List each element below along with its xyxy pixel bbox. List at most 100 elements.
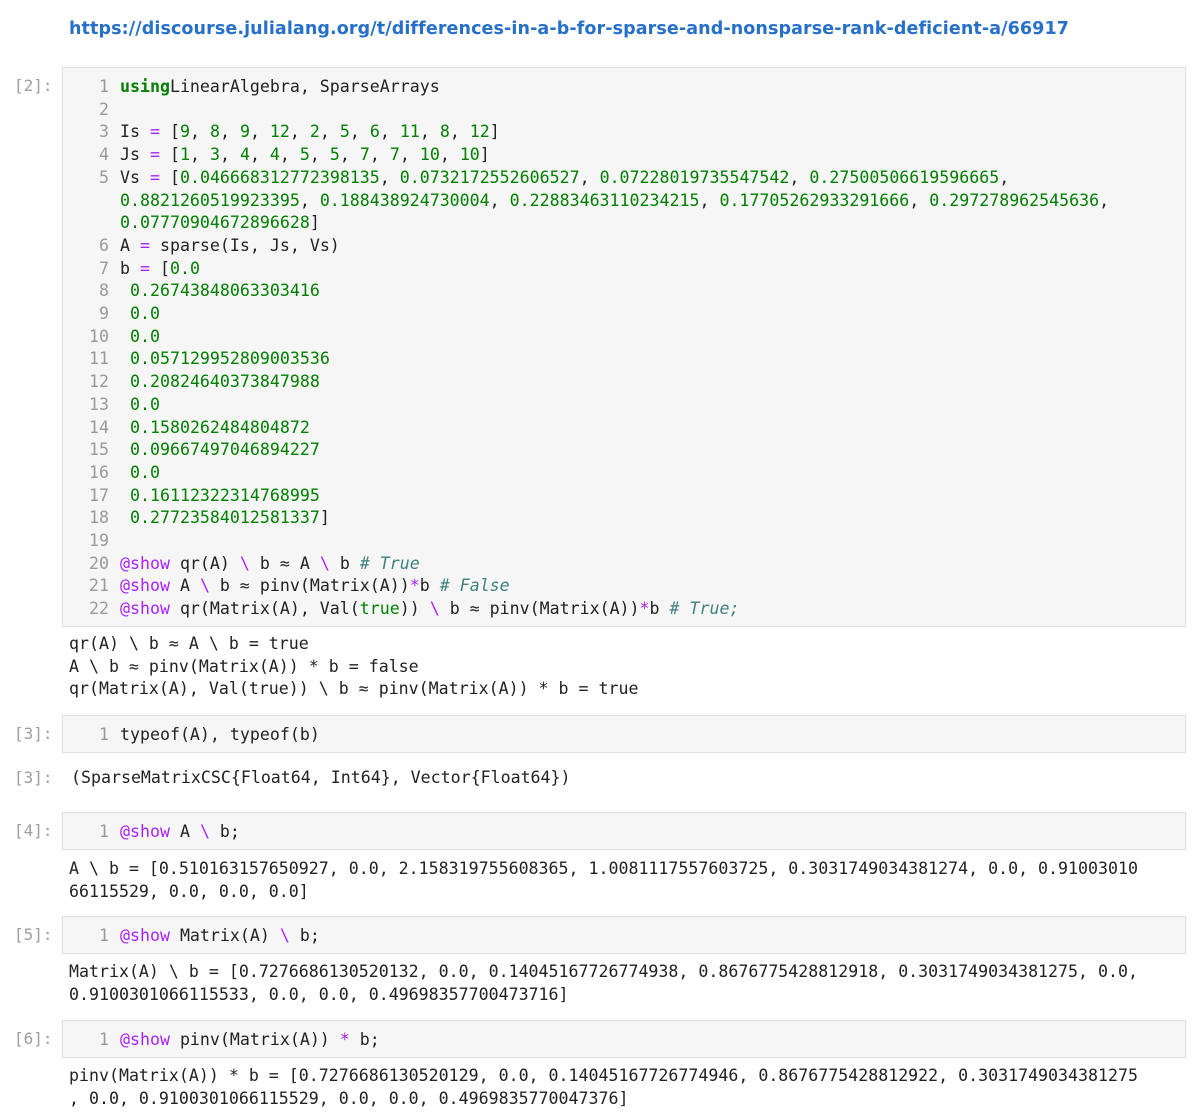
line-number: 22	[89, 599, 109, 619]
code-token: Js	[120, 145, 150, 165]
line-number: 18	[89, 508, 109, 528]
code-token: # False	[439, 576, 510, 596]
code-line: @show A \ b ≈ pinv(Matrix(A))*b # False	[120, 575, 510, 598]
line-number: 4	[99, 145, 109, 165]
output-line: , 0.0, 0.9100301066115529, 0.0, 0.0, 0.4…	[69, 1088, 629, 1108]
code-token: [	[159, 167, 180, 187]
cell-5-code-editor[interactable]: 1 @show Matrix(A) \ b;	[62, 916, 1186, 954]
line-number: 16	[89, 462, 109, 482]
code-token: ]	[309, 213, 320, 233]
code-token: \	[279, 926, 290, 945]
line-number: 2	[99, 99, 109, 119]
code-token: ]	[489, 122, 500, 142]
code-token: ,	[419, 122, 440, 142]
code-token: using	[120, 77, 170, 96]
code-token: 7	[389, 145, 400, 165]
code-token: ,	[279, 145, 300, 165]
cell-3-in-prompt: [3]:	[14, 724, 53, 743]
output-line: A \ b = [0.510163157650927, 0.0, 2.15831…	[69, 859, 1138, 878]
code-line: 0.0	[120, 462, 160, 485]
cell-6-code-editor[interactable]: 1 @show pinv(Matrix(A)) * b;	[62, 1020, 1186, 1058]
output-line: qr(A) \ b ≈ A \ b = true	[69, 634, 309, 653]
code-token: A	[169, 822, 200, 841]
code-line: Js = [1, 3, 4, 4, 5, 5, 7, 7, 10, 10]	[120, 144, 490, 167]
code-token: ,	[219, 145, 240, 165]
code-token: \	[199, 822, 210, 841]
code-token: =	[139, 235, 150, 255]
code-token: ,	[299, 190, 320, 210]
code-token: 0.26743848063303416	[130, 281, 320, 301]
code-token: ,	[1099, 190, 1110, 210]
line-number: 9	[99, 304, 109, 323]
cell-3-code-editor[interactable]: 1 typeof(A), typeof(b)	[62, 715, 1186, 753]
cell-3-out-prompt: [3]:	[14, 768, 53, 787]
code-token: 0.046668312772398135	[179, 167, 380, 187]
code-token: 0.0	[130, 394, 160, 414]
line-number: 19	[89, 531, 109, 550]
code-token: 5	[339, 122, 350, 142]
code-token: 0.297278962545636	[929, 190, 1100, 210]
line-number: 7	[99, 258, 109, 278]
line-number: 1	[99, 725, 109, 744]
code-token: [	[159, 122, 180, 142]
code-token: 12	[269, 122, 290, 142]
output-line: 0.9100301066115533, 0.0, 0.0, 0.49698357…	[69, 984, 569, 1004]
line-number	[63, 212, 109, 235]
output-line: (SparseMatrixCSC{Float64, Int64}, Vector…	[71, 768, 571, 787]
code-token: Vs	[120, 167, 150, 187]
code-token: A	[120, 235, 140, 255]
line-number: 6	[99, 235, 109, 255]
code-token: b	[419, 576, 440, 596]
code-line: A = sparse(Is, Js, Vs)	[120, 235, 340, 258]
code-token: true	[359, 599, 400, 619]
code-token: 0.057129952809003536	[130, 349, 330, 369]
code-line: 0.1580262484804872	[120, 417, 310, 440]
line-number	[63, 190, 109, 213]
code-token: ,	[449, 122, 470, 142]
code-token: 12	[469, 122, 490, 142]
code-token: ,	[379, 122, 400, 142]
code-line: Vs = [0.046668312772398135, 0.0732172552…	[120, 167, 1009, 190]
code-token: 0.16112322314768995	[130, 485, 320, 505]
code-token: 9	[179, 122, 190, 142]
cell-3-output: (SparseMatrixCSC{Float64, Int64}, Vector…	[71, 767, 571, 790]
code-token: 3	[209, 145, 220, 165]
code-token: *	[409, 576, 420, 596]
line-number: 1	[99, 77, 109, 96]
code-token: 0.0732172552606527	[399, 167, 580, 187]
line-number: 15	[89, 440, 109, 460]
code-token: Is	[120, 122, 150, 142]
cell-5-output: Matrix(A) \ b = [0.7276686130520132, 0.0…	[69, 961, 1138, 1006]
code-line: @show qr(A) \ b ≈ A \ b # True	[120, 553, 420, 576]
code-token: 9	[239, 122, 250, 142]
cell-4-code-editor[interactable]: 1 @show A \ b;	[62, 812, 1186, 850]
cell-4-output: A \ b = [0.510163157650927, 0.0, 2.15831…	[69, 858, 1138, 903]
code-token: 7	[359, 145, 370, 165]
line-number: 11	[89, 349, 109, 369]
code-token: 10	[459, 145, 480, 165]
code-token: =	[149, 167, 160, 187]
code-token: b	[329, 553, 360, 573]
code-token: b;	[289, 926, 320, 945]
code-token: ))	[399, 599, 420, 619]
code-token: 4	[239, 145, 250, 165]
code-token: # True;	[669, 599, 740, 619]
discourse-link[interactable]: https://discourse.julialang.org/t/differ…	[69, 19, 1069, 39]
code-token: *	[339, 1030, 350, 1049]
code-token: 10	[419, 145, 440, 165]
code-line: b = [0.0	[120, 258, 200, 281]
code-token: b;	[349, 1030, 380, 1049]
code-token: 0.0	[169, 258, 200, 278]
code-token: ,	[309, 145, 330, 165]
code-line: 0.0	[120, 394, 160, 417]
code-token: ,	[909, 190, 930, 210]
code-line: usingLinearAlgebra, SparseArrays	[120, 76, 440, 99]
code-token: @show	[120, 926, 170, 945]
cell-2-code-editor[interactable]: 1 usingLinearAlgebra, SparseArrays 2 3 Is = …	[62, 67, 1186, 627]
code-token: 0.20824640373847988	[130, 372, 320, 392]
